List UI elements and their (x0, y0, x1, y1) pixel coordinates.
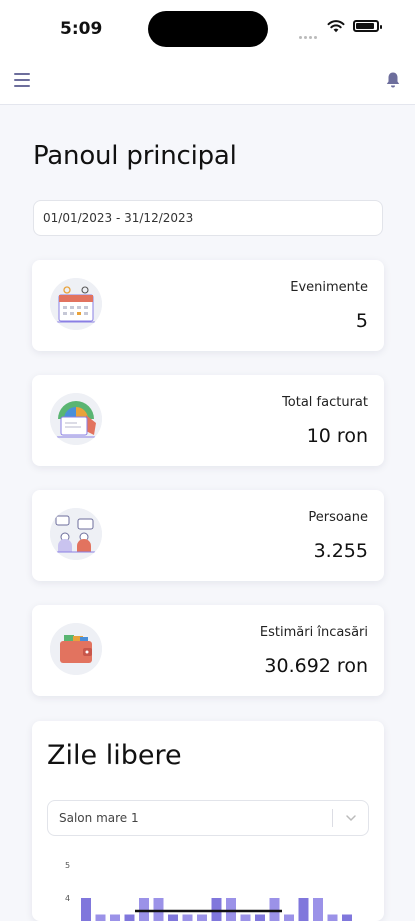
chart-bar (270, 898, 280, 921)
y-tick-label: 4 (65, 894, 70, 903)
chart-bar (342, 915, 352, 921)
hamburger-icon[interactable] (14, 73, 30, 87)
stat-card-estimated-income: Estimări încasări 30.692 ron (32, 605, 384, 696)
calendar-icon (50, 278, 102, 330)
battery-icon (353, 20, 379, 32)
hall-select[interactable]: Salon mare 1 (47, 800, 369, 836)
chart-bar (168, 915, 178, 921)
chart-bar (96, 915, 106, 921)
chart-bar (241, 915, 251, 921)
chart-bar (284, 915, 294, 921)
holidays-section: Zile libere Salon mare 1 54 (32, 721, 384, 921)
stat-label: Total facturat (282, 395, 368, 410)
stat-value: 10 ron (307, 425, 368, 447)
stat-value: 30.692 ron (264, 655, 368, 677)
people-icon (50, 508, 102, 560)
dynamic-island (148, 11, 268, 47)
holidays-chart: 54 (47, 855, 369, 921)
chart-bar (110, 915, 120, 921)
chart-bar (328, 915, 338, 921)
stat-card-invoiced: Total facturat 10 ron (32, 375, 384, 466)
chart-bar (299, 898, 309, 921)
stat-value: 5 (356, 310, 368, 332)
y-tick-label: 5 (65, 861, 70, 870)
stat-value: 3.255 (314, 540, 368, 562)
wifi-icon (327, 19, 345, 33)
bell-icon[interactable] (385, 71, 401, 89)
section-title: Zile libere (47, 740, 182, 771)
chevron-down-icon (344, 811, 358, 825)
stat-label: Persoane (308, 510, 368, 525)
chart-bar (212, 898, 222, 921)
chart-bar (197, 915, 207, 921)
stat-card-events: Evenimente 5 (32, 260, 384, 351)
status-time: 5:09 (60, 19, 102, 39)
cellular-signal-icon (299, 26, 319, 30)
chart-bar (81, 898, 91, 921)
stat-label: Estimări încasări (260, 625, 368, 640)
invoice-icon (50, 393, 102, 445)
select-divider (332, 809, 333, 827)
chart-bar (125, 915, 135, 921)
chart-bar (226, 898, 236, 921)
chart-bar (313, 898, 323, 921)
hall-select-value: Salon mare 1 (59, 811, 139, 825)
chart-bar (183, 915, 193, 921)
page-title: Panoul principal (33, 141, 237, 171)
chart-bar (255, 915, 265, 921)
stat-label: Evenimente (290, 280, 368, 295)
chart-bar (139, 898, 149, 921)
status-bar: 5:09 (0, 0, 415, 56)
stat-card-people: Persoane 3.255 (32, 490, 384, 581)
status-icons (299, 19, 379, 33)
chart-bar (154, 898, 164, 921)
app-bar (0, 56, 415, 105)
wallet-icon (50, 623, 102, 675)
date-range-field[interactable]: 01/01/2023 - 31/12/2023 (33, 200, 383, 236)
